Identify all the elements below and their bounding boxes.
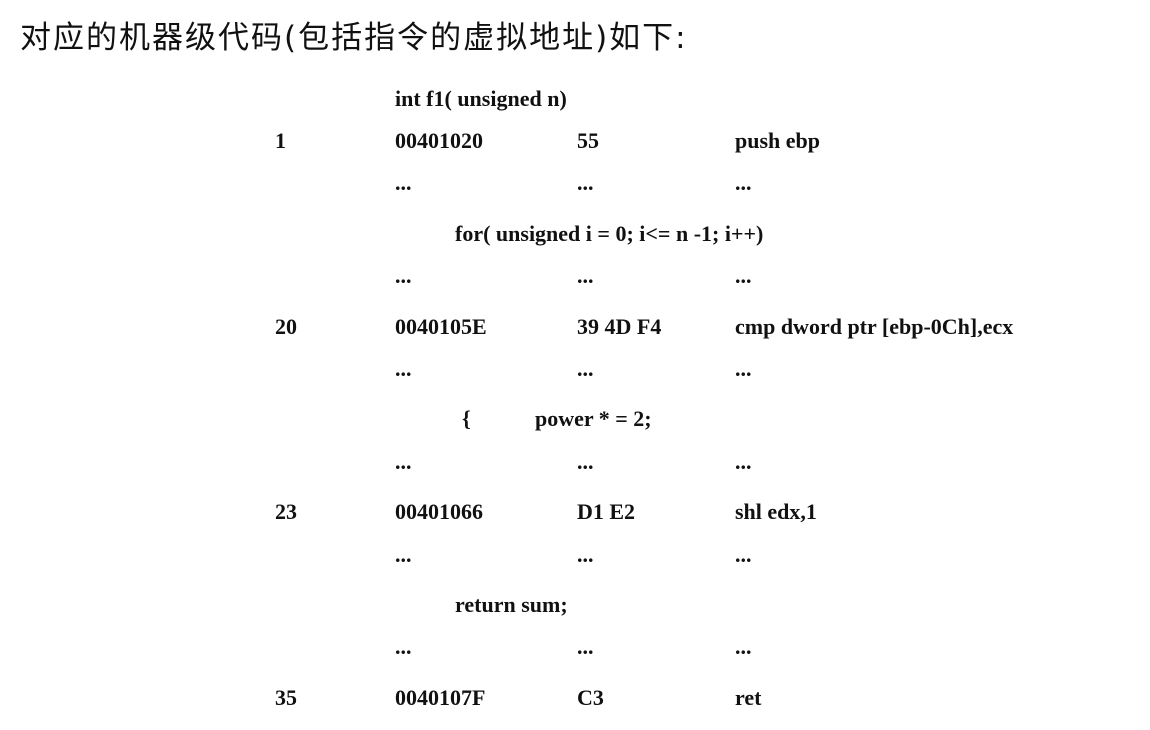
machine-code-bytes: 39 4D F4 <box>577 314 662 339</box>
ellipsis-bytes: ... <box>577 449 594 474</box>
ellipsis-address: ... <box>395 170 412 195</box>
ellipsis-address: ... <box>395 542 412 567</box>
instruction-address: 0040107F <box>395 685 486 710</box>
ellipsis-asm: ... <box>735 170 752 195</box>
line-number: 20 <box>275 314 297 339</box>
source-line: for( unsigned i = 0; i<= n -1; i++) <box>455 221 764 246</box>
machine-code-bytes: 55 <box>577 128 599 153</box>
assembly-instruction: ret <box>735 685 762 710</box>
line-number: 23 <box>275 499 297 524</box>
section-heading: 对应的机器级代码(包括指令的虚拟地址)如下: <box>20 20 688 56</box>
ellipsis-address: ... <box>395 449 412 474</box>
ellipsis-bytes: ... <box>577 634 594 659</box>
ellipsis-bytes: ... <box>577 263 594 288</box>
ellipsis-asm: ... <box>735 356 752 381</box>
line-number: 1 <box>275 128 286 153</box>
machine-code-bytes: D1 E2 <box>577 499 636 524</box>
instruction-address: 0040105E <box>395 314 487 339</box>
source-line: return sum; <box>455 592 568 617</box>
source-line: power * = 2; <box>535 406 652 431</box>
assembly-instruction: shl edx,1 <box>735 499 817 524</box>
ellipsis-address: ... <box>395 263 412 288</box>
ellipsis-bytes: ... <box>577 356 594 381</box>
assembly-instruction: cmp dword ptr [ebp-0Ch],ecx <box>735 314 1014 339</box>
assembly-instruction: push ebp <box>735 128 821 153</box>
ellipsis-address: ... <box>395 634 412 659</box>
line-number: 35 <box>275 685 297 710</box>
source-brace: { <box>462 406 471 431</box>
ellipsis-bytes: ... <box>577 170 594 195</box>
instruction-address: 00401066 <box>395 499 483 524</box>
function-signature: int f1( unsigned n) <box>395 86 567 111</box>
ellipsis-address: ... <box>395 356 412 381</box>
machine-code-bytes: C3 <box>577 685 604 710</box>
ellipsis-asm: ... <box>735 449 752 474</box>
ellipsis-asm: ... <box>735 263 752 288</box>
ellipsis-asm: ... <box>735 542 752 567</box>
instruction-address: 00401020 <box>395 128 483 153</box>
ellipsis-bytes: ... <box>577 542 594 567</box>
ellipsis-asm: ... <box>735 634 752 659</box>
